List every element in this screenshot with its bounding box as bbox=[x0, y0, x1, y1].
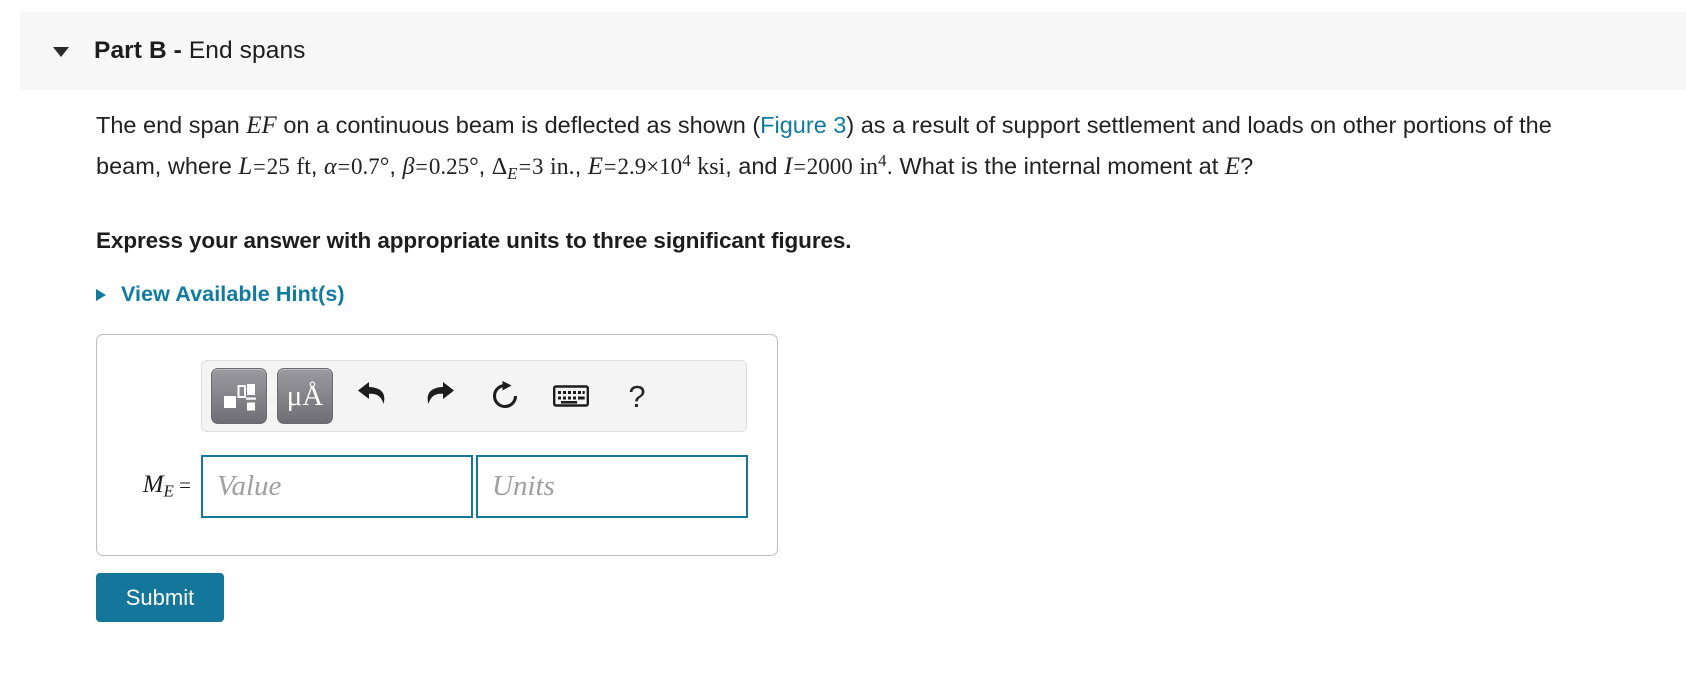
problem-statement: The end span EF on a continuous beam is … bbox=[96, 108, 1576, 191]
view-hints-toggle[interactable]: View Available Hint(s) bbox=[94, 282, 345, 307]
statement-text-5: . What is the internal bbox=[886, 153, 1101, 180]
caret-down-icon[interactable] bbox=[48, 38, 74, 64]
submit-button[interactable]: Submit bbox=[96, 573, 224, 622]
part-separator: - bbox=[166, 37, 189, 64]
comma-1: , bbox=[310, 153, 324, 180]
symbol-alpha: α bbox=[323, 154, 337, 181]
statement-text-2: on a continuous beam is deflected as sho… bbox=[276, 112, 761, 138]
answer-entry-box: μÅ ? ME = Value Units bbox=[96, 334, 778, 556]
problem-part-panel: Part B - End spans The end span EF on a … bbox=[0, 0, 1686, 696]
unit-in: in. bbox=[550, 154, 575, 181]
comma-4: , bbox=[574, 153, 588, 180]
statement-text-6: moment at bbox=[1107, 153, 1225, 180]
answer-variable-label: ME = bbox=[97, 471, 201, 501]
equals-sign-E: = bbox=[604, 154, 617, 180]
keyboard-button[interactable] bbox=[545, 370, 597, 422]
statement-text-7: ? bbox=[1240, 153, 1254, 180]
variable-subscript: E bbox=[163, 481, 174, 501]
unit-ft: ft bbox=[296, 154, 311, 181]
symbol-L: L bbox=[238, 153, 253, 181]
and-text: , and bbox=[725, 153, 785, 180]
part-label: Part B bbox=[94, 37, 167, 64]
undo-arrow-icon bbox=[358, 382, 385, 404]
page-title: Part B - End spans bbox=[94, 37, 306, 65]
unit-ksi: ksi bbox=[697, 154, 726, 181]
symbol-delta-subscript: E bbox=[507, 163, 518, 183]
view-hints-label: View Available Hint(s) bbox=[121, 282, 345, 306]
triangle-right-icon bbox=[94, 286, 108, 304]
unit-in4: in bbox=[859, 154, 878, 181]
math-editor-toolbar: μÅ ? bbox=[201, 360, 747, 432]
question-mark-icon: ? bbox=[628, 378, 646, 414]
equals-sign-L: = bbox=[253, 154, 266, 180]
symbol-E: E bbox=[587, 153, 604, 181]
answer-units-input[interactable] bbox=[476, 455, 748, 518]
redo-arrow-icon bbox=[427, 382, 454, 404]
equals-sign-delta: = bbox=[518, 154, 531, 180]
equals-sign-beta: = bbox=[415, 154, 428, 180]
symbol-delta: Δ bbox=[491, 154, 508, 181]
refresh-circle-icon bbox=[492, 381, 518, 409]
template-palette-button[interactable] bbox=[211, 368, 267, 424]
units-palette-button[interactable]: μÅ bbox=[277, 368, 333, 424]
mu-angstrom-icon: μÅ bbox=[286, 379, 324, 412]
keyboard-icon bbox=[553, 385, 589, 407]
equals-sign-alpha: = bbox=[337, 154, 351, 180]
reset-button[interactable] bbox=[479, 370, 531, 422]
variable-symbol: M bbox=[142, 471, 164, 499]
value-delta: 3 bbox=[531, 154, 544, 180]
symbol-EF: EF bbox=[246, 112, 277, 139]
degree-sign-alpha: ° bbox=[379, 154, 390, 181]
math-template-icon bbox=[224, 384, 256, 411]
value-beta: 0.25 bbox=[428, 154, 470, 180]
comma-2: , bbox=[389, 153, 403, 180]
value-I: 2000 bbox=[806, 154, 853, 180]
symbol-beta: β bbox=[402, 154, 415, 181]
statement-text-1: The end span bbox=[96, 112, 247, 138]
equals-sign-I: = bbox=[793, 154, 806, 180]
variable-equals: = bbox=[179, 473, 191, 498]
redo-button[interactable] bbox=[413, 370, 465, 422]
answer-instruction: Express your answer with appropriate uni… bbox=[96, 228, 852, 253]
figure-3-link[interactable]: Figure 3 bbox=[760, 112, 846, 138]
symbol-E-end: E bbox=[1224, 153, 1241, 181]
part-name: End spans bbox=[188, 37, 306, 64]
statement-text-3: ) as a result of support settlement and … bbox=[846, 112, 1487, 138]
help-button[interactable]: ? bbox=[611, 370, 663, 422]
value-L: 25 bbox=[266, 154, 290, 180]
value-E-exponent: 4 bbox=[682, 151, 691, 170]
undo-button[interactable] bbox=[347, 370, 399, 422]
answer-value-input[interactable] bbox=[201, 455, 473, 518]
comma-3: , bbox=[478, 153, 492, 180]
degree-sign-beta: ° bbox=[469, 154, 479, 181]
value-E: 2.9×10 bbox=[617, 154, 683, 180]
value-alpha: 0.7 bbox=[351, 154, 380, 180]
part-header-bar[interactable]: Part B - End spans bbox=[20, 12, 1686, 90]
answer-input-row: ME = bbox=[97, 455, 777, 518]
